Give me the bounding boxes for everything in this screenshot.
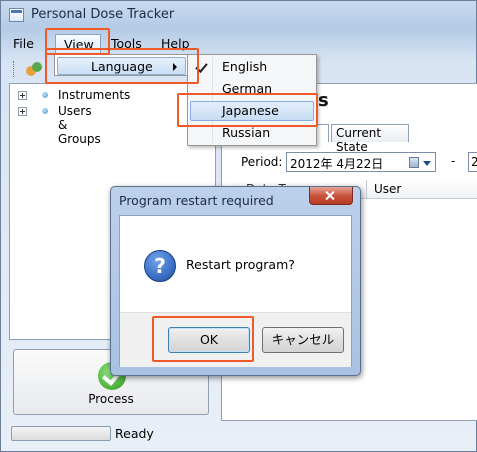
dialog-message: Restart program? <box>186 257 295 272</box>
menu-item-label: German <box>222 81 273 96</box>
expand-icon[interactable] <box>18 107 27 116</box>
ok-button[interactable]: OK <box>168 327 250 353</box>
menu-file[interactable]: File <box>13 36 34 51</box>
chevron-down-icon[interactable] <box>423 161 431 166</box>
language-submenu: English German Japanese Russian <box>187 54 317 146</box>
tree-item-label: Instruments <box>58 88 131 102</box>
tab-current-state[interactable]: Current State <box>331 124 409 154</box>
menu-item-japanese[interactable]: Japanese <box>190 101 314 121</box>
period-row: Period: 2012年 4月22日 - 2 <box>222 152 477 174</box>
date-from-picker[interactable]: 2012年 4月22日 <box>286 152 436 172</box>
question-icon: ? <box>144 250 176 282</box>
close-icon[interactable] <box>309 187 353 205</box>
calendar-icon[interactable] <box>409 157 419 168</box>
menu-item-label: Japanese <box>222 103 279 118</box>
menu-item-german[interactable]: German <box>190 79 314 99</box>
menu-item-russian[interactable]: Russian <box>190 123 314 143</box>
cancel-button[interactable]: キャンセル <box>262 327 344 353</box>
restart-dialog: Program restart required ? Restart progr… <box>110 186 361 376</box>
date-to-picker[interactable]: 2 <box>468 152 477 172</box>
checkmark-icon <box>195 60 208 73</box>
dialog-body: ? Restart program? OK キャンセル <box>119 215 352 367</box>
panel-heading: s <box>318 90 329 111</box>
date-to-value: 2 <box>471 155 477 169</box>
dialog-footer: OK キャンセル <box>120 312 351 367</box>
menu-view[interactable]: View <box>55 34 101 54</box>
menu-item-label: English <box>222 59 268 74</box>
date-separator: - <box>451 154 456 168</box>
menu-view-label: View <box>64 37 94 52</box>
node-icon <box>42 92 48 98</box>
submenu-arrow-icon <box>173 63 177 71</box>
menu-item-language[interactable]: Language <box>57 57 186 75</box>
date-from-value: 2012年 4月22日 <box>290 157 384 171</box>
column-user[interactable]: User <box>374 182 401 196</box>
menu-item-label: Russian <box>222 125 271 140</box>
menu-item-english[interactable]: English <box>190 57 314 77</box>
menu-bar: File View Tools Help <box>9 34 471 54</box>
app-icon <box>9 8 24 22</box>
window-title: Personal Dose Tracker <box>31 7 175 22</box>
menu-help[interactable]: Help <box>161 36 190 51</box>
expand-icon[interactable] <box>18 91 27 100</box>
period-label: Period: <box>241 155 283 169</box>
menu-item-language-label: Language <box>91 59 153 74</box>
node-icon <box>42 108 48 114</box>
process-label: Process <box>88 392 134 406</box>
menu-tools[interactable]: Tools <box>111 36 142 51</box>
title-bar: Personal Dose Tracker <box>1 1 476 29</box>
tree-item-label: Users & Groups <box>58 104 101 146</box>
column-separator[interactable] <box>366 180 367 198</box>
users-icon[interactable] <box>25 60 43 78</box>
status-text: Ready <box>115 426 154 441</box>
toolbar-grip[interactable] <box>13 61 17 77</box>
dialog-title: Program restart required <box>119 193 274 208</box>
progress-bar <box>11 426 111 441</box>
status-bar: Ready <box>9 423 471 445</box>
view-menu-dropdown: Language <box>54 54 189 76</box>
